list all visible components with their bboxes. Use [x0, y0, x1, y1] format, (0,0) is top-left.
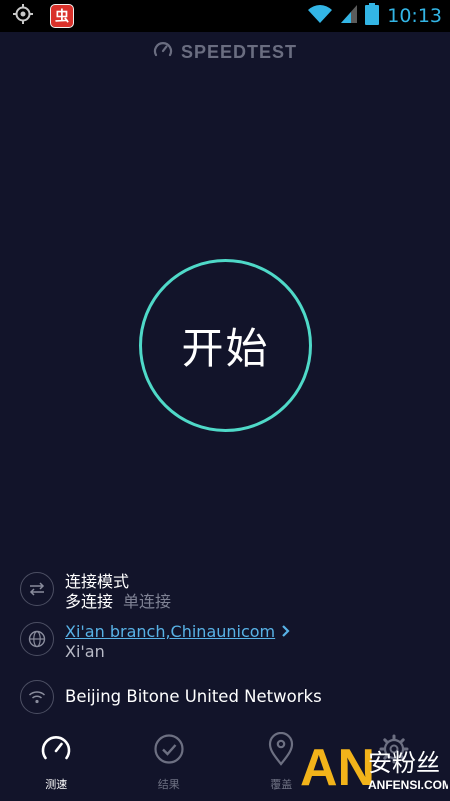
nav-item-speedtest[interactable]: 测速 — [0, 732, 113, 801]
speedometer-icon — [153, 40, 173, 64]
app-header: SPEEDTEST — [0, 40, 450, 64]
wifi-icon — [20, 680, 54, 714]
connection-mode-row: 连接模式 多连接 单连接 — [20, 572, 171, 613]
connection-mode-title: 连接模式 — [65, 572, 130, 591]
start-test-button[interactable]: 开始 — [139, 259, 312, 432]
wifi-icon — [307, 4, 333, 28]
status-time: 10:13 — [387, 5, 442, 27]
single-connection-option[interactable]: 单连接 — [123, 591, 171, 613]
isp-row: Beijing Bitone United Networks — [20, 680, 322, 714]
watermark-cn: 安粉丝 — [368, 749, 440, 777]
isp-name: Beijing Bitone United Networks — [65, 687, 322, 706]
nav-label-coverage: 覆盖 — [270, 778, 293, 791]
server-row: Xi'an branch,Chinaunicom Xi'an — [20, 622, 291, 662]
server-link[interactable]: Xi'an branch,Chinaunicom — [65, 622, 275, 642]
brand-title: SPEEDTEST — [180, 41, 298, 62]
swap-arrows-icon — [20, 572, 54, 606]
nav-label-results: 结果 — [157, 778, 180, 791]
multi-connection-option[interactable]: 多连接 — [65, 591, 113, 613]
globe-icon — [20, 622, 54, 656]
chevron-right-icon[interactable] — [281, 623, 291, 642]
battery-icon — [365, 3, 380, 29]
speedometer-icon — [39, 732, 73, 766]
nav-label-speedtest: 测速 — [45, 778, 68, 791]
nav-item-results[interactable]: 结果 — [113, 732, 226, 801]
gps-icon — [12, 3, 34, 29]
status-bar: 虫 10:13 — [0, 0, 450, 32]
server-location: Xi'an — [65, 642, 105, 661]
start-test-label: 开始 — [181, 324, 270, 373]
watermark-letters: AN — [300, 739, 375, 797]
app-notification-icon: 虫 — [50, 4, 74, 28]
check-circle-icon — [152, 732, 186, 766]
map-pin-icon — [264, 732, 298, 766]
watermark-site: ANFENSI.COM — [368, 778, 448, 792]
signal-icon — [341, 4, 358, 28]
watermark-logo: AN 安粉丝 ANFENSI.COM — [298, 737, 450, 797]
